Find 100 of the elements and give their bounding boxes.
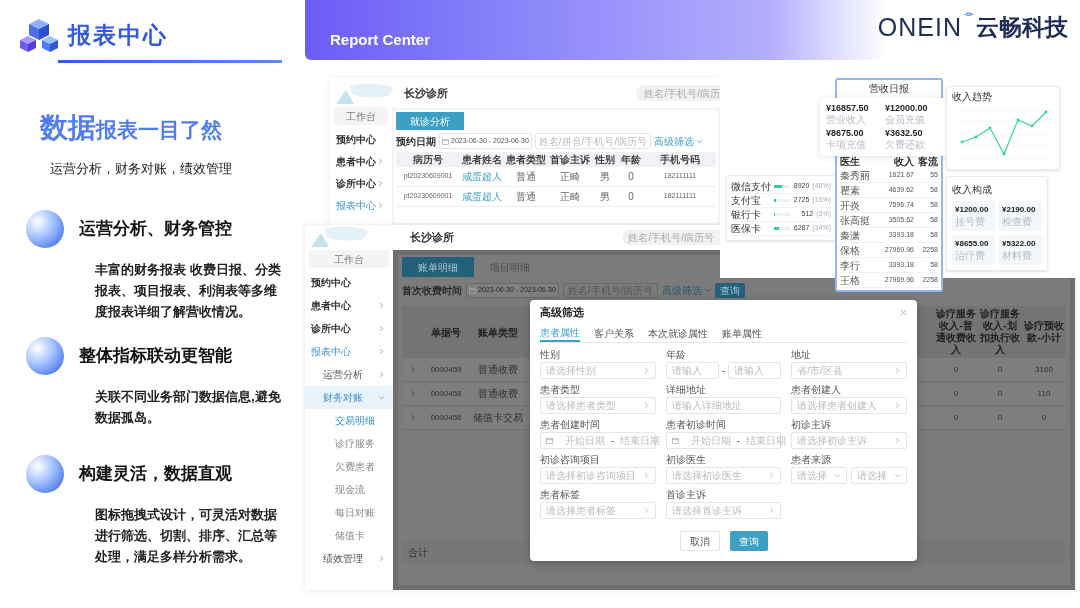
column-header: 医生	[840, 154, 861, 169]
table-cell-text: 普通	[515, 170, 537, 184]
amount: ¥8675.00	[826, 128, 865, 139]
select-field[interactable]: 省/市/区县	[791, 362, 907, 379]
range-separator: -	[721, 364, 726, 378]
search-field[interactable]: 姓名/拼音/手机号/病历号	[534, 133, 652, 149]
clinic-name: 长沙诊所	[410, 230, 454, 246]
table-cell-text: 正畸	[559, 170, 581, 184]
table-cell-text: 保格	[840, 243, 861, 258]
table-cell-text: 110	[1036, 387, 1052, 400]
sidebar-item[interactable]: 报表中心	[330, 194, 392, 216]
select-field[interactable]: 请选择	[851, 467, 907, 484]
sidebar-item[interactable]: 交易明细	[305, 409, 393, 432]
table-cell-text: 储值卡交易	[472, 411, 524, 425]
payment-label: 微信支付	[731, 180, 771, 194]
dialog-button[interactable]: 查询	[729, 531, 768, 551]
filter-link[interactable]: 高级筛选	[662, 283, 712, 298]
tab[interactable]: 账单属性	[722, 324, 762, 342]
tab[interactable]: 客户关系	[594, 324, 634, 342]
table-cell-text: 0000458	[429, 387, 463, 400]
field-label: 初诊咨询项目	[540, 453, 601, 467]
sidebar-item[interactable]: 预约中心	[305, 271, 393, 294]
search-field[interactable]: 姓名/手机号/病历	[636, 85, 720, 101]
select-field[interactable]: 请选择初诊咨询项目	[540, 467, 656, 484]
chevron-icon	[642, 472, 650, 479]
feature-description: 关联不同业务部门数据信息,避免数据孤岛。	[95, 387, 282, 427]
input-field[interactable]: 请输入	[665, 362, 719, 379]
sidebar-item[interactable]: 诊所中心	[330, 172, 392, 194]
field-label: 初诊主诉	[791, 418, 833, 432]
column-header: 诊疗服务收入-划扣执行收入	[979, 307, 1021, 357]
calendar-icon	[442, 137, 449, 145]
table-link[interactable]: 咸蛋超人	[460, 167, 504, 186]
card-title: 收入趋势	[952, 90, 993, 104]
select-field[interactable]: 请选择	[791, 467, 848, 484]
payment-label: 支付宝	[731, 194, 762, 208]
amount: ¥2190.00	[1002, 204, 1037, 215]
sidebar-item[interactable]: 报表中心	[305, 340, 393, 363]
sidebar-item[interactable]: 患者中心	[330, 150, 392, 172]
sidebar-item[interactable]: 财务对账	[305, 386, 393, 409]
amount: ¥8655.00	[955, 238, 990, 249]
payment-label: 医保卡	[731, 222, 762, 236]
column-header: 诊疗预收款-小计	[1023, 319, 1065, 345]
field-label: 患者来源	[791, 453, 833, 467]
column-header: 年龄	[620, 153, 642, 167]
page-title: 报表中心	[68, 20, 168, 50]
sidebar-item[interactable]: 患者中心	[305, 294, 393, 317]
tab[interactable]: 本次就诊属性	[648, 324, 708, 342]
column-header: 账单类型	[477, 325, 519, 340]
chevron-icon	[642, 507, 650, 514]
table-cell-text: 正畸	[559, 190, 581, 204]
table-cell-text: 张高挺	[840, 213, 871, 228]
sphere-icon	[25, 335, 65, 376]
sidebar-item[interactable]: 预约中心	[330, 128, 392, 150]
sidebar-item[interactable]: 欠费患者	[305, 455, 393, 478]
table-cell-text: 0000456	[429, 411, 463, 424]
feature-title: 整体指标联动更智能	[79, 344, 232, 367]
sidebar-button[interactable]: 工作台	[334, 107, 388, 125]
sidebar-item[interactable]: 每日对账	[305, 501, 393, 524]
sidebar-item[interactable]: 储值卡	[305, 524, 393, 547]
filter-link[interactable]: 高级筛选	[654, 133, 704, 149]
tab[interactable]: 就诊分析	[396, 112, 464, 130]
sidebar-item[interactable]: 诊疗服务	[305, 432, 393, 455]
table-cell-text: 开炎	[840, 198, 861, 213]
table-cell-text: 0	[627, 170, 635, 184]
table-link[interactable]: 咸蛋超人	[460, 187, 504, 206]
dialog-button[interactable]: 取消	[679, 531, 720, 551]
tab[interactable]: 账单明细	[402, 257, 474, 277]
amount-label: 营业收入	[826, 114, 867, 126]
field-label: 首诊主诉	[665, 488, 707, 502]
chevron-icon	[768, 472, 776, 479]
column-header: 手机号码	[659, 153, 701, 167]
column-header: 收入	[893, 154, 914, 169]
sidebar-item[interactable]: 诊所中心	[305, 317, 393, 340]
search-field[interactable]: 姓名/手机号/病历号	[622, 230, 720, 245]
sidebar-item[interactable]: 绩效管理	[305, 547, 393, 570]
tab[interactable]: 患者属性	[540, 324, 580, 342]
feature-title: 运营分析、财务管控	[79, 217, 232, 240]
table-cell-text: 普通	[515, 190, 537, 204]
close-icon[interactable]	[900, 308, 907, 316]
column-header: 单据号	[430, 325, 462, 340]
amount-label: 材料费	[1002, 249, 1033, 262]
chevron-icon	[768, 507, 776, 514]
amount: ¥5322.00	[1002, 238, 1037, 249]
chevron-icon	[894, 472, 901, 479]
sidebar-item[interactable]: 运营分析	[305, 363, 393, 386]
table-cell-text: 普通收费	[477, 387, 519, 401]
table-cell-text: 0000459	[429, 363, 463, 376]
chevron-icon	[642, 367, 650, 374]
table-cell-text: 3160	[1034, 363, 1054, 376]
column-header: 患者类型	[505, 153, 547, 167]
column-header: 性别	[593, 153, 616, 167]
calendar-icon	[546, 437, 553, 444]
query-button[interactable]: 查询	[715, 283, 746, 298]
select-field[interactable]: 请选择初诊医生	[665, 467, 782, 484]
sidebar-item[interactable]: 现金流	[305, 478, 393, 501]
sidebar-button[interactable]: 工作台	[309, 250, 389, 268]
column-header: 患者姓名	[461, 153, 503, 167]
total-label: 合计	[408, 545, 428, 560]
column-header: 诊疗服务收入-普通收费收入	[935, 307, 977, 357]
input-field[interactable]: 请输入	[728, 362, 782, 379]
